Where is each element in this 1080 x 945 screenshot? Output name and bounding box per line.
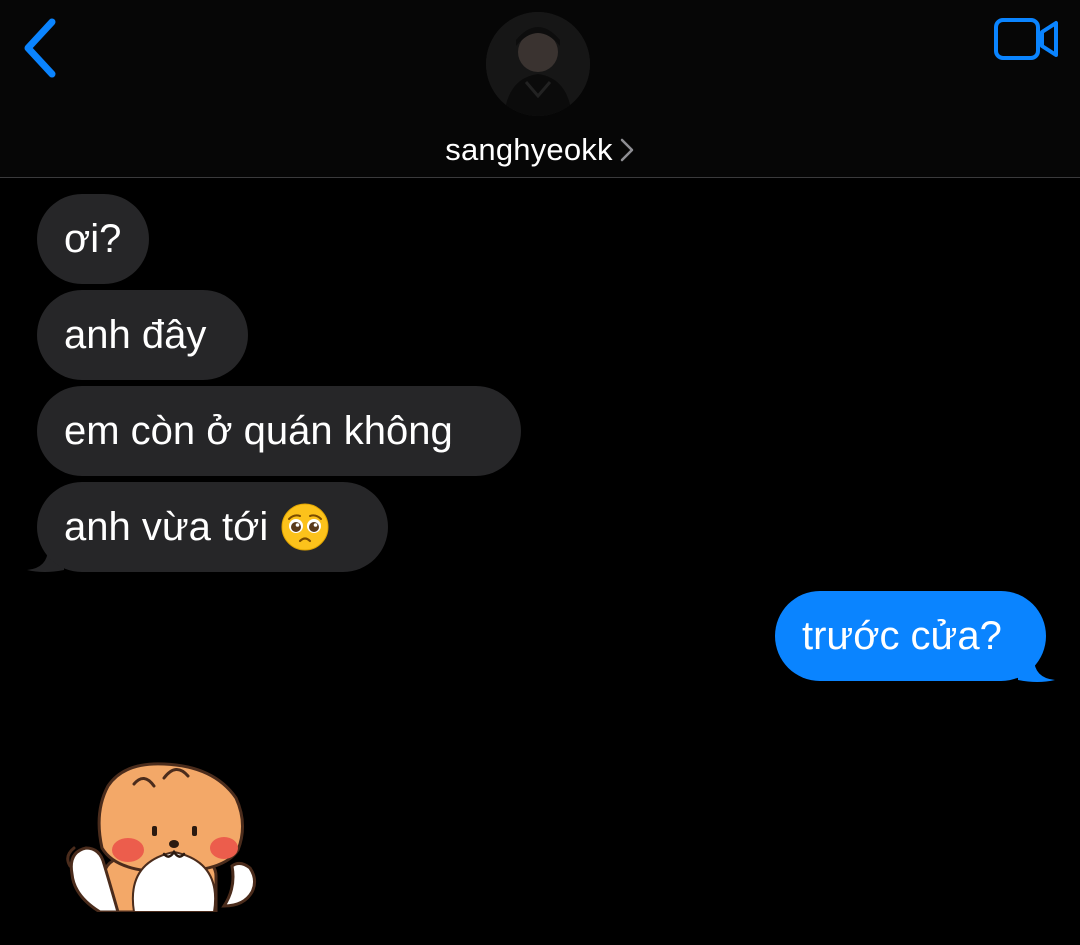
message-text: anh đây <box>64 312 207 357</box>
message-text: em còn ở quán không <box>64 408 453 453</box>
video-camera-icon <box>994 18 1058 60</box>
message-bubble-outgoing[interactable]: trước cửa? <box>775 591 1046 681</box>
chat-header: sanghyeokk <box>0 0 1080 177</box>
chevron-right-icon <box>620 138 633 162</box>
message-text: trước cửa? <box>802 613 1002 658</box>
contact-avatar[interactable] <box>486 12 590 116</box>
header-divider <box>0 177 1080 178</box>
message-text: ơi? <box>64 216 122 261</box>
message-bubble-incoming[interactable]: em còn ở quán không <box>37 386 521 476</box>
sticker-message[interactable] <box>64 756 260 914</box>
pleading-face-icon <box>281 503 329 551</box>
back-button[interactable] <box>16 16 64 80</box>
contact-name[interactable]: sanghyeokk <box>445 132 612 168</box>
video-call-button[interactable] <box>992 16 1060 64</box>
message-bubble-incoming[interactable]: ơi? <box>37 194 149 284</box>
contact-info[interactable]: sanghyeokk <box>0 128 1080 172</box>
fox-sticker-icon <box>66 762 257 914</box>
avatar-image <box>486 12 590 116</box>
chevron-left-icon <box>24 18 56 78</box>
chat-screen: sanghyeokk ơi? anh đây em còn ở quán khô… <box>0 0 1080 945</box>
message-text: anh vừa tới <box>64 504 269 549</box>
message-bubble-incoming[interactable]: anh vừa tới <box>37 482 388 572</box>
message-bubble-incoming[interactable]: anh đây <box>37 290 248 380</box>
